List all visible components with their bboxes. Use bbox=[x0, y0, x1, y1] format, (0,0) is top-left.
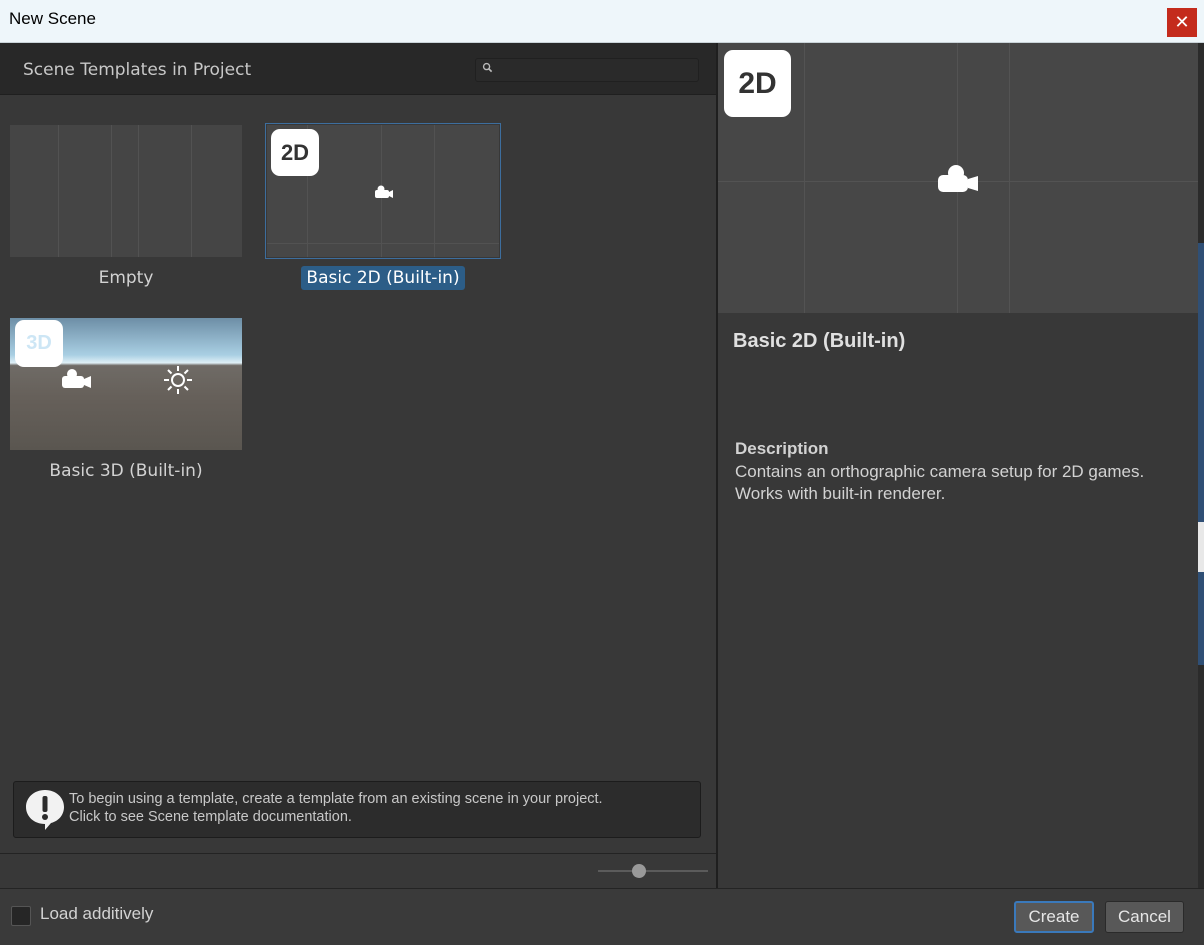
create-button[interactable]: Create bbox=[1014, 901, 1094, 933]
search-icon bbox=[482, 62, 493, 73]
template-preview: 2D bbox=[718, 43, 1198, 313]
zoom-slider-track[interactable] bbox=[598, 870, 708, 872]
template-detail-title: Basic 2D (Built-in) bbox=[733, 330, 906, 352]
template-list-panel: Scene Templates in Project Empty 2D Basi… bbox=[0, 43, 716, 888]
template-name: Empty bbox=[98, 268, 154, 288]
badge-2d: 2D bbox=[271, 129, 319, 176]
sun-icon bbox=[164, 366, 192, 394]
info-icon bbox=[26, 790, 64, 830]
zoom-slider-thumb[interactable] bbox=[631, 864, 646, 878]
cancel-button[interactable]: Cancel bbox=[1105, 901, 1184, 933]
template-list-title: Scene Templates in Project bbox=[23, 60, 252, 80]
search-input[interactable] bbox=[475, 58, 699, 82]
template-name: Basic 3D (Built-in) bbox=[49, 461, 203, 481]
dialog-footer: Load additively Create Cancel bbox=[0, 888, 1204, 945]
template-details-panel: 2D Basic 2D (Built-in) Description Conta… bbox=[718, 43, 1198, 888]
description-body: Contains an orthographic camera setup fo… bbox=[735, 462, 1145, 503]
load-additively-label[interactable]: Load additively bbox=[40, 904, 153, 924]
template-list-header: Scene Templates in Project bbox=[0, 43, 716, 95]
load-additively-checkbox[interactable] bbox=[11, 906, 31, 926]
template-thumbnail: 2D bbox=[265, 123, 501, 259]
window-title: New Scene bbox=[9, 9, 96, 28]
camera-icon bbox=[375, 185, 393, 198]
badge-2d: 2D bbox=[724, 50, 791, 117]
background-window-edge bbox=[1198, 243, 1204, 665]
zoom-footer bbox=[0, 853, 716, 888]
notice-text: To begin using a template, create a temp… bbox=[69, 791, 603, 825]
template-doc-notice[interactable]: To begin using a template, create a temp… bbox=[13, 781, 701, 838]
badge-3d: 3D bbox=[15, 320, 63, 367]
template-thumbnail bbox=[10, 125, 242, 257]
template-card-basic-2d[interactable]: 2D Basic 2D (Built-in) bbox=[265, 123, 501, 295]
camera-icon bbox=[62, 369, 91, 388]
template-card-empty[interactable]: Empty bbox=[10, 125, 242, 295]
template-card-basic-3d[interactable]: 3D Basic 3D (Built-in) bbox=[10, 318, 242, 488]
template-thumbnail: 3D bbox=[10, 318, 242, 450]
description-heading: Description bbox=[735, 439, 829, 458]
close-icon[interactable]: ✕ bbox=[1167, 8, 1197, 37]
camera-icon bbox=[938, 165, 978, 192]
title-bar: New Scene ✕ bbox=[0, 0, 1204, 43]
background-window-edge bbox=[1198, 522, 1204, 572]
template-name: Basic 2D (Built-in) bbox=[267, 266, 499, 290]
